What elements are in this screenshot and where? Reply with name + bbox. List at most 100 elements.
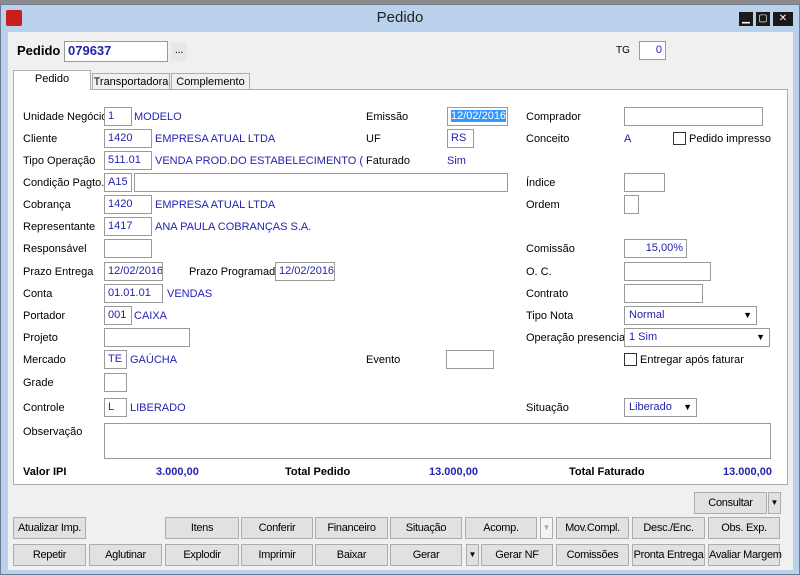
responsavel-input[interactable] bbox=[104, 239, 152, 258]
tipo-operacao-input[interactable]: 511.01 bbox=[104, 151, 152, 170]
consultar-button[interactable]: Consultar bbox=[694, 492, 767, 514]
responsavel-label: Responsável bbox=[23, 243, 87, 255]
minimize-button[interactable]: ▁ bbox=[739, 12, 753, 26]
pedido-input[interactable]: 079637 bbox=[64, 41, 168, 62]
maximize-button[interactable]: ▢ bbox=[756, 12, 770, 26]
avaliar-margem-button[interactable]: Avaliar Margem bbox=[708, 544, 782, 566]
projeto-input[interactable] bbox=[104, 328, 190, 347]
prazo-programado-input[interactable]: 12/02/2016 bbox=[275, 262, 335, 281]
prazo-entrega-input[interactable]: 12/02/2016 bbox=[104, 262, 163, 281]
comissoes-button[interactable]: Comissões bbox=[556, 544, 629, 566]
cobranca-input[interactable]: 1420 bbox=[104, 195, 152, 214]
gerar-nf-button[interactable]: Gerar NF bbox=[481, 544, 553, 566]
valor-ipi-label: Valor IPI bbox=[23, 466, 67, 478]
oc-label: O. C. bbox=[526, 266, 552, 278]
cliente-name: EMPRESA ATUAL LTDA bbox=[155, 133, 276, 145]
tg-input[interactable]: 0 bbox=[639, 41, 666, 60]
situacao-button[interactable]: Situação bbox=[390, 517, 462, 539]
consultar-dropdown-button[interactable]: ▼ bbox=[768, 492, 781, 514]
controle-input[interactable]: L bbox=[104, 398, 127, 417]
entregar-apos-faturar-checkbox[interactable] bbox=[624, 353, 637, 366]
contrato-input[interactable] bbox=[624, 284, 703, 303]
atualizar-imp-button[interactable]: Atualizar Imp. bbox=[13, 517, 86, 539]
window-title: Pedido bbox=[376, 9, 424, 26]
tipo-operacao-label: Tipo Operação bbox=[23, 155, 96, 167]
cobranca-label: Cobrança bbox=[23, 199, 71, 211]
faturado-label: Faturado bbox=[366, 155, 411, 167]
evento-label: Evento bbox=[366, 354, 401, 366]
close-button[interactable]: ✕ bbox=[773, 12, 793, 26]
condicao-label: Condição Pagto. bbox=[23, 177, 105, 189]
financeiro-button[interactable]: Financeiro bbox=[315, 517, 388, 539]
tab-pedido[interactable]: Pedido bbox=[13, 70, 91, 90]
operacao-presencial-label: Operação presencial bbox=[526, 332, 628, 344]
comissao-input[interactable]: 15,00% bbox=[624, 239, 687, 258]
projeto-label: Projeto bbox=[23, 332, 58, 344]
controle-name: LIBERADO bbox=[130, 402, 186, 414]
representante-input[interactable]: 1417 bbox=[104, 217, 152, 236]
operacao-presencial-value: 1 Sim bbox=[629, 331, 658, 343]
condicao-input[interactable]: A15 bbox=[104, 173, 132, 192]
acomp-button[interactable]: Acomp. bbox=[465, 517, 537, 539]
indice-input[interactable] bbox=[624, 173, 665, 192]
imprimir-button[interactable]: Imprimir bbox=[241, 544, 313, 566]
itens-button[interactable]: Itens bbox=[165, 517, 239, 539]
tipo-nota-label: Tipo Nota bbox=[526, 310, 574, 322]
evento-input[interactable] bbox=[446, 350, 494, 369]
prazo-entrega-label: Prazo Entrega bbox=[23, 266, 94, 278]
desc-enc-button[interactable]: Desc./Enc. bbox=[632, 517, 705, 539]
observacao-textarea[interactable] bbox=[104, 423, 771, 459]
conta-name: VENDAS bbox=[167, 288, 213, 300]
mercado-input[interactable]: TE bbox=[104, 350, 127, 369]
comprador-input[interactable] bbox=[624, 107, 763, 126]
ordem-input[interactable] bbox=[624, 195, 639, 214]
conceito-label: Conceito bbox=[526, 133, 570, 145]
emissao-input[interactable]: 12/02/2016 bbox=[447, 107, 508, 126]
chevron-down-icon: ▼ bbox=[743, 310, 752, 320]
portador-input[interactable]: 001 bbox=[104, 306, 132, 325]
conta-input[interactable]: 01.01.01 bbox=[104, 284, 163, 303]
uf-input[interactable]: RS bbox=[447, 129, 474, 148]
conferir-button[interactable]: Conferir bbox=[241, 517, 313, 539]
repetir-button[interactable]: Repetir bbox=[13, 544, 86, 566]
gerar-button[interactable]: Gerar bbox=[390, 544, 462, 566]
pedido-impresso-label: Pedido impresso bbox=[689, 133, 771, 145]
baixar-button[interactable]: Baixar bbox=[315, 544, 388, 566]
pedido-lookup-button[interactable]: ... bbox=[171, 42, 187, 61]
gerar-dropdown-button[interactable]: ▼ bbox=[466, 544, 479, 566]
aglutinar-button[interactable]: Aglutinar bbox=[89, 544, 162, 566]
portador-label: Portador bbox=[23, 310, 66, 322]
acomp-dropdown-button[interactable]: ▼ bbox=[540, 517, 553, 539]
mov-compl-button[interactable]: Mov.Compl. bbox=[556, 517, 629, 539]
unidade-label: Unidade Negócio bbox=[23, 111, 108, 123]
cliente-input[interactable]: 1420 bbox=[104, 129, 152, 148]
emissao-value: 12/02/2016 bbox=[451, 110, 507, 122]
condicao-desc-input[interactable] bbox=[134, 173, 508, 192]
explodir-button[interactable]: Explodir bbox=[165, 544, 239, 566]
representante-label: Representante bbox=[23, 221, 96, 233]
cobranca-name: EMPRESA ATUAL LTDA bbox=[155, 199, 276, 211]
tab-transportadora[interactable]: Transportadora bbox=[92, 73, 170, 90]
representante-name: ANA PAULA COBRANÇAS S.A. bbox=[155, 221, 312, 233]
total-pedido-label: Total Pedido bbox=[285, 466, 351, 478]
pronta-entrega-button[interactable]: Pronta Entrega bbox=[632, 544, 705, 566]
conceito-value: A bbox=[624, 133, 632, 145]
tab-complemento[interactable]: Complemento bbox=[171, 73, 250, 90]
observacao-label: Observação bbox=[23, 426, 83, 438]
comissao-label: Comissão bbox=[526, 243, 575, 255]
grade-label: Grade bbox=[23, 377, 54, 389]
tipo-nota-select[interactable]: Normal ▼ bbox=[624, 306, 757, 325]
chevron-down-icon: ▼ bbox=[756, 332, 765, 342]
prazo-programado-label: Prazo Programado bbox=[189, 266, 282, 278]
obs-exp-button[interactable]: Obs. Exp. bbox=[708, 517, 780, 539]
situacao-select[interactable]: Liberado ▼ bbox=[624, 398, 697, 417]
cliente-label: Cliente bbox=[23, 133, 58, 145]
unidade-input[interactable]: 1 bbox=[104, 107, 132, 126]
oc-input[interactable] bbox=[624, 262, 711, 281]
grade-input[interactable] bbox=[104, 373, 127, 392]
mercado-label: Mercado bbox=[23, 354, 66, 366]
client-area: Pedido 079637 ... TG 0 Pedido Transporta… bbox=[8, 32, 793, 570]
portador-name: CAIXA bbox=[134, 310, 168, 322]
pedido-impresso-checkbox[interactable] bbox=[673, 132, 686, 145]
operacao-presencial-select[interactable]: 1 Sim ▼ bbox=[624, 328, 770, 347]
